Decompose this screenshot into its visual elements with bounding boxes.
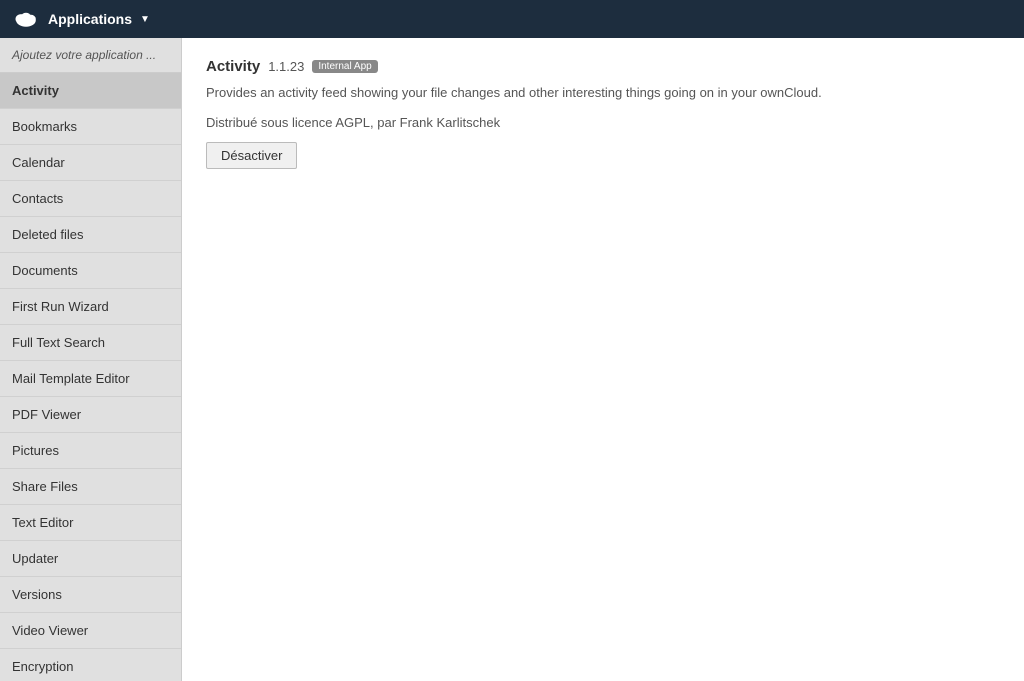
- sidebar-item-mail-template-editor[interactable]: Mail Template Editor: [0, 361, 181, 397]
- sidebar-item-text-editor[interactable]: Text Editor: [0, 505, 181, 541]
- app-title-dropdown-arrow[interactable]: ▼: [140, 14, 150, 25]
- sidebar-item-encryption[interactable]: Encryption: [0, 649, 181, 681]
- app-license: Distribué sous licence AGPL, par Frank K…: [206, 115, 1000, 130]
- sidebar: Ajoutez votre application ... ActivityBo…: [0, 38, 182, 681]
- topbar: Applications ▼: [0, 0, 1024, 38]
- sidebar-item-calendar[interactable]: Calendar: [0, 145, 181, 181]
- add-app-item[interactable]: Ajoutez votre application ...: [0, 38, 181, 73]
- sidebar-item-updater[interactable]: Updater: [0, 541, 181, 577]
- main-layout: Ajoutez votre application ... ActivityBo…: [0, 38, 1024, 681]
- sidebar-item-contacts[interactable]: Contacts: [0, 181, 181, 217]
- sidebar-item-video-viewer[interactable]: Video Viewer: [0, 613, 181, 649]
- sidebar-item-full-text-search[interactable]: Full Text Search: [0, 325, 181, 361]
- sidebar-item-deleted-files[interactable]: Deleted files: [0, 217, 181, 253]
- sidebar-item-pdf-viewer[interactable]: PDF Viewer: [0, 397, 181, 433]
- sidebar-item-pictures[interactable]: Pictures: [0, 433, 181, 469]
- app-header: Activity 1.1.23 Internal App: [206, 58, 1000, 75]
- app-title-label[interactable]: Applications: [48, 11, 132, 27]
- sidebar-item-bookmarks[interactable]: Bookmarks: [0, 109, 181, 145]
- sidebar-item-versions[interactable]: Versions: [0, 577, 181, 613]
- deactivate-button[interactable]: Désactiver: [206, 142, 297, 169]
- app-name: Activity: [206, 58, 260, 75]
- sidebar-item-activity[interactable]: Activity: [0, 73, 181, 109]
- cloud-icon: [12, 5, 40, 33]
- sidebar-item-share-files[interactable]: Share Files: [0, 469, 181, 505]
- main-content: Activity 1.1.23 Internal App Provides an…: [182, 38, 1024, 681]
- sidebar-item-documents[interactable]: Documents: [0, 253, 181, 289]
- app-description: Provides an activity feed showing your f…: [206, 83, 1000, 103]
- app-badge: Internal App: [312, 60, 377, 73]
- sidebar-item-first-run-wizard[interactable]: First Run Wizard: [0, 289, 181, 325]
- app-version: 1.1.23: [268, 59, 304, 74]
